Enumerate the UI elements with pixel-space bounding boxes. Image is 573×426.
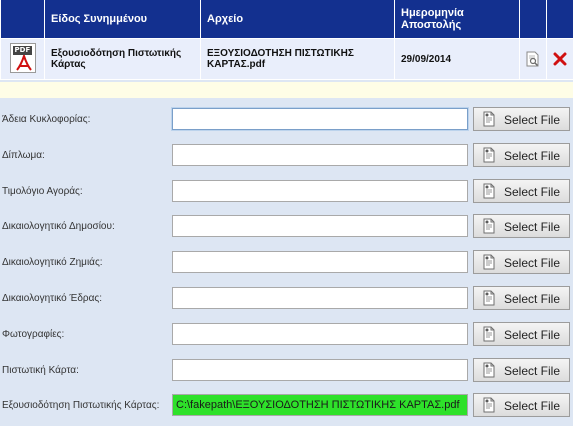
delete-cell (546, 38, 573, 80)
field-label: Πιστωτική Κάρτα: (2, 365, 79, 376)
select-file-button[interactable]: Select File (473, 286, 570, 310)
file-browse-icon (481, 111, 497, 130)
form-row: Δίπλωμα: Select File (0, 143, 573, 170)
field-label: Τιμολόγιο Αγοράς: (2, 186, 83, 197)
select-file-button[interactable]: Select File (473, 179, 570, 203)
view-document-icon[interactable] (520, 51, 546, 67)
file-browse-icon (481, 362, 497, 381)
form-row: Δικαιολογητικό Έδρας: Select File (0, 286, 573, 313)
select-file-label: Select File (504, 149, 561, 163)
select-file-label: Select File (504, 399, 561, 413)
select-file-button[interactable]: Select File (473, 107, 570, 131)
file-name-cell[interactable]: ΕΞΟΥΣΙΟΔΟΤΗΣΗ ΠΙΣΤΩΤΙΚΗΣ ΚΑΡΤΑΣ.pdf (200, 38, 395, 80)
file-path-input[interactable] (172, 251, 468, 273)
file-browse-icon (481, 326, 497, 345)
header-send-date: Ημερομηνία Αποστολής (394, 0, 520, 39)
pdf-tag: PDF (12, 45, 33, 55)
select-file-button[interactable]: Select File (473, 358, 570, 382)
file-path-input[interactable] (172, 359, 468, 381)
form-row: Δικαιολογητικό Δημοσίου: Select File (0, 214, 573, 241)
file-browse-icon (481, 147, 497, 166)
select-file-label: Select File (504, 328, 561, 342)
header-icon-column (0, 0, 45, 39)
field-label: Εξουσιοδότηση Πιστωτικής Κάρτας: (2, 400, 160, 411)
select-file-button[interactable]: Select File (473, 214, 570, 238)
field-label: Άδεια Κυκλοφορίας: (2, 114, 91, 125)
file-path-input[interactable] (172, 287, 468, 309)
file-path-input[interactable] (172, 108, 468, 130)
file-path-input[interactable] (172, 394, 468, 416)
attachment-type-cell: Εξουσιοδότηση Πιστωτικής Κάρτας (44, 38, 201, 80)
table-header-row: Είδος Συνημμένου Αρχείο Ημερομηνία Αποστ… (0, 0, 573, 39)
header-delete-column (546, 0, 573, 39)
select-file-label: Select File (504, 292, 561, 306)
select-file-button[interactable]: Select File (473, 143, 570, 167)
file-browse-icon (481, 183, 497, 202)
select-file-label: Select File (504, 256, 561, 270)
send-date-cell: 29/09/2014 (394, 38, 520, 80)
table-row: PDF Εξουσιοδότηση Πιστωτικής Κάρτας ΕΞΟΥ… (0, 38, 573, 80)
form-row: Πιστωτική Κάρτα: Select File (0, 358, 573, 385)
file-browse-icon (481, 290, 497, 309)
header-view-column (519, 0, 547, 39)
field-label: Φωτογραφίες: (2, 329, 65, 340)
file-browse-icon (481, 254, 497, 273)
attachments-table: Είδος Συνημμένου Αρχείο Ημερομηνία Αποστ… (0, 0, 573, 80)
form-row: Δικαιολογητικό Ζημιάς: Select File (0, 250, 573, 277)
select-file-button[interactable]: Select File (473, 250, 570, 274)
file-path-input[interactable] (172, 144, 468, 166)
delete-icon[interactable] (547, 52, 573, 66)
field-label: Δικαιολογητικό Έδρας: (2, 293, 102, 304)
select-file-button[interactable]: Select File (473, 322, 570, 346)
field-label: Δίπλωμα: (2, 150, 45, 161)
field-label: Δικαιολογητικό Δημοσίου: (2, 221, 115, 232)
header-file: Αρχείο (200, 0, 395, 39)
select-file-label: Select File (504, 364, 561, 378)
file-icon-cell: PDF (0, 38, 45, 80)
select-file-button[interactable]: Select File (473, 393, 570, 417)
pdf-icon[interactable]: PDF (9, 42, 36, 73)
header-attachment-type: Είδος Συνημμένου (44, 0, 201, 39)
file-path-input[interactable] (172, 323, 468, 345)
form-row: Τιμολόγιο Αγοράς: Select File (0, 179, 573, 206)
select-file-label: Select File (504, 185, 561, 199)
file-browse-icon (481, 218, 497, 237)
view-cell (519, 38, 547, 80)
file-browse-icon (481, 397, 497, 416)
select-file-label: Select File (504, 113, 561, 127)
field-label: Δικαιολογητικό Ζημιάς: (2, 257, 103, 268)
form-row: Φωτογραφίες: Select File (0, 322, 573, 349)
file-path-input[interactable] (172, 215, 468, 237)
select-file-label: Select File (504, 220, 561, 234)
file-path-input[interactable] (172, 180, 468, 202)
notice-strip (0, 82, 573, 98)
form-row: Άδεια Κυκλοφορίας: Select File (0, 107, 573, 134)
form-row: Εξουσιοδότηση Πιστωτικής Κάρτας: Select F… (0, 393, 573, 420)
